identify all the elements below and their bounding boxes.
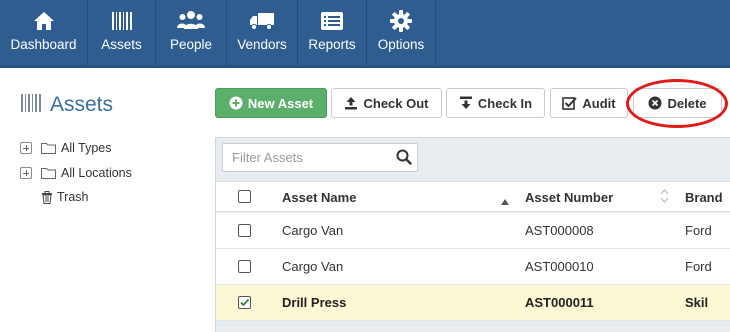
check-out-button[interactable]: Check Out	[331, 88, 442, 118]
nav-people-label: People	[169, 37, 213, 52]
table-header: Asset Name Asset Number Brand	[216, 181, 730, 212]
app-page: Dashboard Assets People Vendors Reports …	[0, 0, 730, 332]
nav-reports-label: Reports	[308, 37, 356, 52]
nav-assets-label: Assets	[101, 37, 142, 52]
expand-icon[interactable]	[20, 142, 32, 154]
sidebar-title: Assets	[20, 91, 113, 119]
column-asset-number[interactable]: Asset Number	[525, 182, 613, 213]
filter-box	[222, 143, 418, 172]
row-checkbox[interactable]	[238, 260, 251, 273]
table-row-selected[interactable]: Drill Press AST000011 Skil	[216, 285, 730, 321]
people-icon	[156, 9, 226, 33]
nav-dashboard-label: Dashboard	[10, 37, 77, 52]
column-brand[interactable]: Brand	[685, 182, 723, 213]
nav-vendors-label: Vendors	[237, 37, 287, 52]
column-asset-name[interactable]: Asset Name	[282, 182, 356, 213]
tree-item-label: All Locations	[61, 166, 132, 180]
barcode-icon	[88, 9, 155, 33]
brand-cell: Ford	[685, 259, 712, 274]
asset-name-cell: Cargo Van	[282, 223, 344, 238]
tree-item-all-locations[interactable]: All Locations	[20, 164, 132, 182]
nav-vendors[interactable]: Vendors	[227, 0, 298, 65]
check-in-label: Check In	[477, 95, 533, 111]
search-icon[interactable]	[396, 149, 412, 170]
download-icon	[459, 96, 473, 110]
new-asset-label: New Asset	[247, 95, 314, 111]
select-all-checkbox[interactable]	[238, 190, 251, 203]
plus-circle-icon	[229, 96, 243, 110]
row-checkbox[interactable]	[238, 224, 251, 237]
filter-assets-input[interactable]	[223, 144, 393, 171]
trash-icon	[41, 190, 53, 204]
brand-cell: Ford	[685, 223, 712, 238]
gear-icon	[367, 9, 435, 33]
asset-number-cell: AST000010	[525, 259, 594, 274]
nav-options[interactable]: Options	[367, 0, 436, 65]
check-out-label: Check Out	[363, 95, 429, 111]
home-icon	[0, 9, 87, 33]
top-nav: Dashboard Assets People Vendors Reports …	[0, 0, 730, 68]
upload-icon	[344, 96, 358, 110]
list-icon	[298, 9, 366, 33]
row-checkbox-checked[interactable]	[238, 296, 251, 309]
check-in-button[interactable]: Check In	[446, 88, 545, 118]
nav-reports[interactable]: Reports	[298, 0, 367, 65]
audit-label: Audit	[582, 95, 616, 111]
expand-icon[interactable]	[20, 167, 32, 179]
new-asset-button[interactable]: New Asset	[215, 88, 327, 118]
nav-options-label: Options	[377, 37, 425, 52]
tree-item-trash[interactable]: Trash	[41, 188, 89, 206]
sort-asc-icon[interactable]	[501, 192, 509, 210]
annotation-circle	[626, 79, 728, 128]
checkbox-icon	[562, 96, 578, 110]
folder-icon	[41, 142, 56, 154]
tree-item-label: All Types	[61, 141, 112, 155]
tree-item-label: Trash	[57, 190, 89, 204]
asset-name-cell: Drill Press	[282, 295, 347, 310]
folder-icon	[41, 167, 56, 179]
brand-cell: Skil	[685, 295, 709, 310]
sidebar-title-text: Assets	[50, 93, 114, 116]
tree-item-all-types[interactable]: All Types	[20, 139, 112, 157]
nav-assets[interactable]: Assets	[88, 0, 156, 65]
sort-icon[interactable]	[660, 189, 669, 208]
asset-name-cell: Cargo Van	[282, 259, 344, 274]
nav-dashboard[interactable]: Dashboard	[0, 0, 88, 65]
table-row[interactable]: Cargo Van AST000010 Ford	[216, 249, 730, 285]
nav-people[interactable]: People	[156, 0, 227, 65]
asset-number-cell: AST000008	[525, 223, 594, 238]
truck-icon	[227, 9, 297, 33]
asset-number-cell: AST000011	[525, 295, 594, 310]
audit-button[interactable]: Audit	[550, 88, 628, 118]
barcode-icon	[20, 93, 42, 118]
table-row[interactable]: Cargo Van AST000008 Ford	[216, 213, 730, 249]
